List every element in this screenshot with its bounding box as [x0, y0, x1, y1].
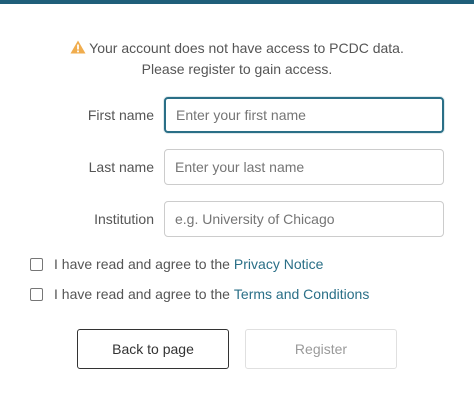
last-name-label: Last name — [88, 159, 154, 175]
last-name-row: Last name — [0, 149, 474, 185]
first-name-label: First name — [87, 107, 154, 123]
institution-input[interactable] — [164, 201, 444, 237]
privacy-agreement-row: I have read and agree to the Privacy Not… — [30, 254, 323, 274]
last-name-input[interactable] — [164, 149, 444, 185]
institution-label: Institution — [94, 211, 154, 227]
first-name-row: First name — [0, 97, 474, 133]
terms-agreement-row: I have read and agree to the Terms and C… — [30, 284, 369, 304]
top-accent-bar — [0, 0, 474, 4]
warning-text-line-2: Please register to gain access. — [141, 61, 333, 77]
registration-page: Your account does not have access to PCD… — [0, 0, 474, 407]
register-button[interactable]: Register — [245, 329, 397, 369]
privacy-agreement-text: I have read and agree to the — [54, 256, 230, 272]
terms-agreement-text: I have read and agree to the — [54, 286, 230, 302]
access-warning: Your account does not have access to PCD… — [0, 38, 474, 80]
privacy-notice-link[interactable]: Privacy Notice — [234, 256, 323, 272]
institution-row: Institution — [0, 201, 474, 237]
first-name-input[interactable] — [164, 97, 444, 133]
privacy-checkbox[interactable] — [30, 257, 43, 271]
warning-line-1: Your account does not have access to PCD… — [0, 38, 474, 59]
terms-conditions-link[interactable]: Terms and Conditions — [234, 286, 369, 302]
warning-text-line-1: Your account does not have access to PCD… — [89, 40, 404, 56]
warning-triangle-icon — [70, 40, 86, 54]
terms-checkbox[interactable] — [30, 287, 43, 301]
back-to-page-button[interactable]: Back to page — [77, 329, 229, 369]
